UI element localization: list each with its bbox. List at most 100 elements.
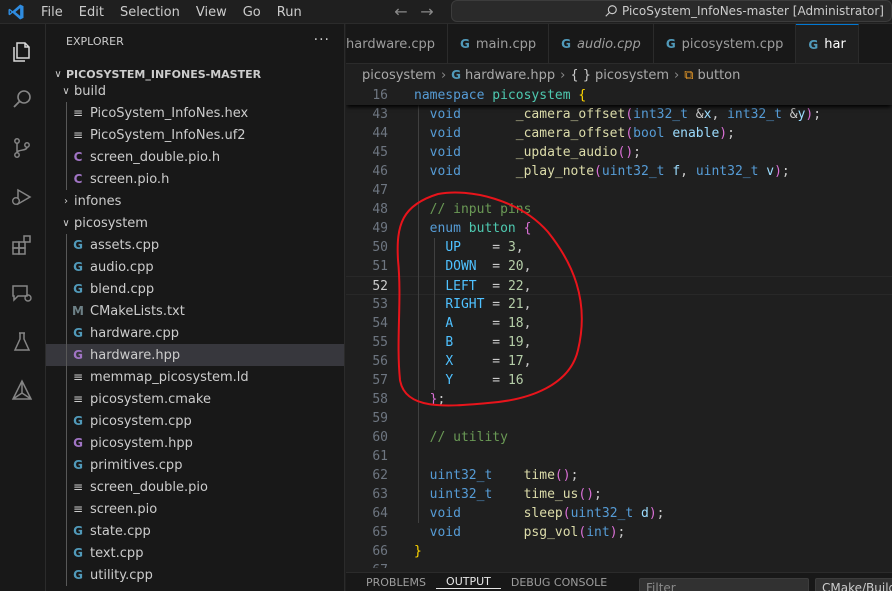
file-item[interactable]: ◆.gitignore [46, 586, 344, 591]
extensions-icon[interactable] [8, 231, 36, 259]
file-item[interactable]: Gprimitives.cpp [46, 454, 344, 476]
code-line[interactable]: 49 enum button { [346, 219, 892, 238]
file-item[interactable]: ≡ picosystem.cmake [46, 388, 344, 410]
menu-item-run[interactable]: Run [269, 5, 310, 20]
code-line[interactable]: 54 A = 18, [346, 314, 892, 333]
code-line[interactable]: 62 uint32_t time(); [346, 466, 892, 485]
code-line[interactable]: 48 // input pins [346, 200, 892, 219]
testing-icon[interactable] [8, 328, 36, 356]
more-actions-icon[interactable]: ··· [314, 32, 330, 48]
code-editor[interactable]: 16 namespace picosystem {43 void _camera_… [346, 86, 892, 568]
menu-item-view[interactable]: View [188, 5, 235, 20]
file-item[interactable]: M CMakeLists.txt [46, 300, 344, 322]
file-item[interactable]: Ghardware.cpp [46, 322, 344, 344]
code-line[interactable]: 67 [346, 561, 892, 568]
code-line[interactable]: 59 [346, 409, 892, 428]
file-item[interactable]: Gstate.cpp [46, 520, 344, 542]
code-line[interactable]: 55 B = 19, [346, 333, 892, 352]
code-line[interactable]: 57 Y = 16 [346, 371, 892, 390]
command-center[interactable]: PicoSystem_InfoNes-master [Administrator… [451, 0, 892, 22]
output-channel-select[interactable]: CMake/Build [815, 578, 892, 591]
file-type-icon: G [73, 348, 83, 362]
source-control-icon[interactable] [8, 134, 36, 162]
folder-item[interactable]: › infones [46, 190, 344, 212]
breadcrumb-folder[interactable]: picosystem [362, 68, 436, 83]
code-line[interactable]: 56 X = 17, [346, 352, 892, 371]
code-line[interactable]: 50 UP = 3, [346, 238, 892, 257]
file-type-icon: G [73, 568, 83, 582]
tab-problems[interactable]: PROBLEMS [356, 576, 436, 589]
back-arrow-icon[interactable]: ← [392, 2, 410, 21]
remote-explorer-icon[interactable] [8, 279, 36, 307]
code-line[interactable]: 63 uint32_t time_us(); [346, 485, 892, 504]
explorer-title: EXPLORER [66, 35, 124, 48]
tab-debug-console[interactable]: DEBUG CONSOLE [501, 576, 617, 589]
file-type-icon: G [73, 524, 83, 538]
search-icon[interactable] [8, 85, 36, 113]
tree-item-label: memmap_picosystem.ld [90, 369, 249, 385]
file-item[interactable]: ≡ screen.pio [46, 498, 344, 520]
code-line[interactable]: 65 void psg_vol(int); [346, 523, 892, 542]
line-number: 50 [372, 240, 388, 255]
editor-tab[interactable]: Ghar [796, 24, 859, 63]
line-number: 65 [372, 525, 388, 540]
run-debug-icon[interactable] [8, 183, 36, 211]
line-number: 61 [372, 449, 388, 464]
title-bar: File Edit Selection View Go Run ← → PicoSyste… [0, 0, 892, 24]
breadcrumb-file[interactable]: hardware.hpp [465, 68, 555, 83]
file-item[interactable]: Cscreen.pio.h [46, 168, 344, 190]
sticky-scroll-line[interactable]: 16 namespace picosystem { [346, 86, 892, 105]
editor-tab[interactable]: Gaudio.cpp [549, 24, 654, 63]
code-line[interactable]: 51 DOWN = 20, [346, 257, 892, 276]
code-line[interactable]: 66} [346, 542, 892, 561]
tab-output[interactable]: OUTPUT [436, 575, 501, 589]
code-line[interactable]: 64 void sleep(uint32_t d); [346, 504, 892, 523]
breadcrumb-namespace[interactable]: picosystem [595, 68, 669, 83]
forward-arrow-icon[interactable]: → [418, 2, 436, 21]
file-item[interactable]: Gpicosystem.hpp [46, 432, 344, 454]
explorer-icon[interactable] [8, 38, 36, 66]
file-item[interactable]: ≡ screen_double.pio [46, 476, 344, 498]
file-item[interactable]: ≡ PicoSystem_InfoNes.uf2 [46, 124, 344, 146]
cmake-icon[interactable] [8, 376, 36, 404]
file-item[interactable]: ≡ memmap_picosystem.ld [46, 366, 344, 388]
code-line[interactable]: 43 void _camera_offset(int32_t &x, int32… [346, 105, 892, 124]
file-item[interactable]: ≡ PicoSystem_InfoNes.hex [46, 102, 344, 124]
menu-item-edit[interactable]: Edit [71, 5, 112, 20]
file-item[interactable]: Gaudio.cpp [46, 256, 344, 278]
file-item[interactable]: Gassets.cpp [46, 234, 344, 256]
tree-item-label: CMakeLists.txt [90, 303, 185, 319]
code-line[interactable]: 45 void _update_audio(); [346, 143, 892, 162]
file-item[interactable]: Gutility.cpp [46, 564, 344, 586]
menu-item-selection[interactable]: Selection [112, 5, 188, 20]
menu-item-go[interactable]: Go [235, 5, 269, 20]
file-item[interactable]: Ghardware.hpp [46, 344, 344, 366]
chevron-right-icon: › [64, 195, 68, 207]
file-item[interactable]: Cscreen_double.pio.h [46, 146, 344, 168]
code-line[interactable]: 44 void _camera_offset(bool enable); [346, 124, 892, 143]
code-line[interactable]: 60 // utility [346, 428, 892, 447]
file-item[interactable]: Gpicosystem.cpp [46, 410, 344, 432]
code-text: B = 19, [445, 335, 532, 350]
output-filter-input[interactable]: Filter [639, 578, 809, 591]
code-line[interactable]: 58 }; [346, 390, 892, 409]
breadcrumb-symbol[interactable]: button [698, 68, 741, 83]
folder-item[interactable]: ∨ picosystem [46, 212, 344, 234]
menu-item-file[interactable]: File [33, 5, 71, 20]
line-number: 51 [372, 259, 388, 274]
code-line[interactable]: 53 RIGHT = 21, [346, 295, 892, 314]
editor-tab[interactable]: hardware.cpp [346, 24, 449, 63]
indent-guide [66, 102, 67, 124]
editor-tab[interactable]: Gpicosystem.cpp [654, 24, 797, 63]
file-item[interactable]: Gtext.cpp [46, 542, 344, 564]
code-line[interactable]: 61 [346, 447, 892, 466]
editor-tab[interactable]: Gmain.cpp [448, 24, 550, 63]
code-line[interactable]: 46 void _play_note(uint32_t f, uint32_t … [346, 162, 892, 181]
code-text: A = 18, [445, 316, 532, 331]
file-item[interactable]: Gblend.cpp [46, 278, 344, 300]
file-type-icon: G [73, 282, 83, 296]
explorer-header: EXPLORER ··· [46, 24, 344, 59]
folder-item[interactable]: ∨ build [46, 80, 344, 102]
code-line[interactable]: 52 LEFT = 22, [346, 276, 892, 295]
code-line[interactable]: 47 [346, 181, 892, 200]
